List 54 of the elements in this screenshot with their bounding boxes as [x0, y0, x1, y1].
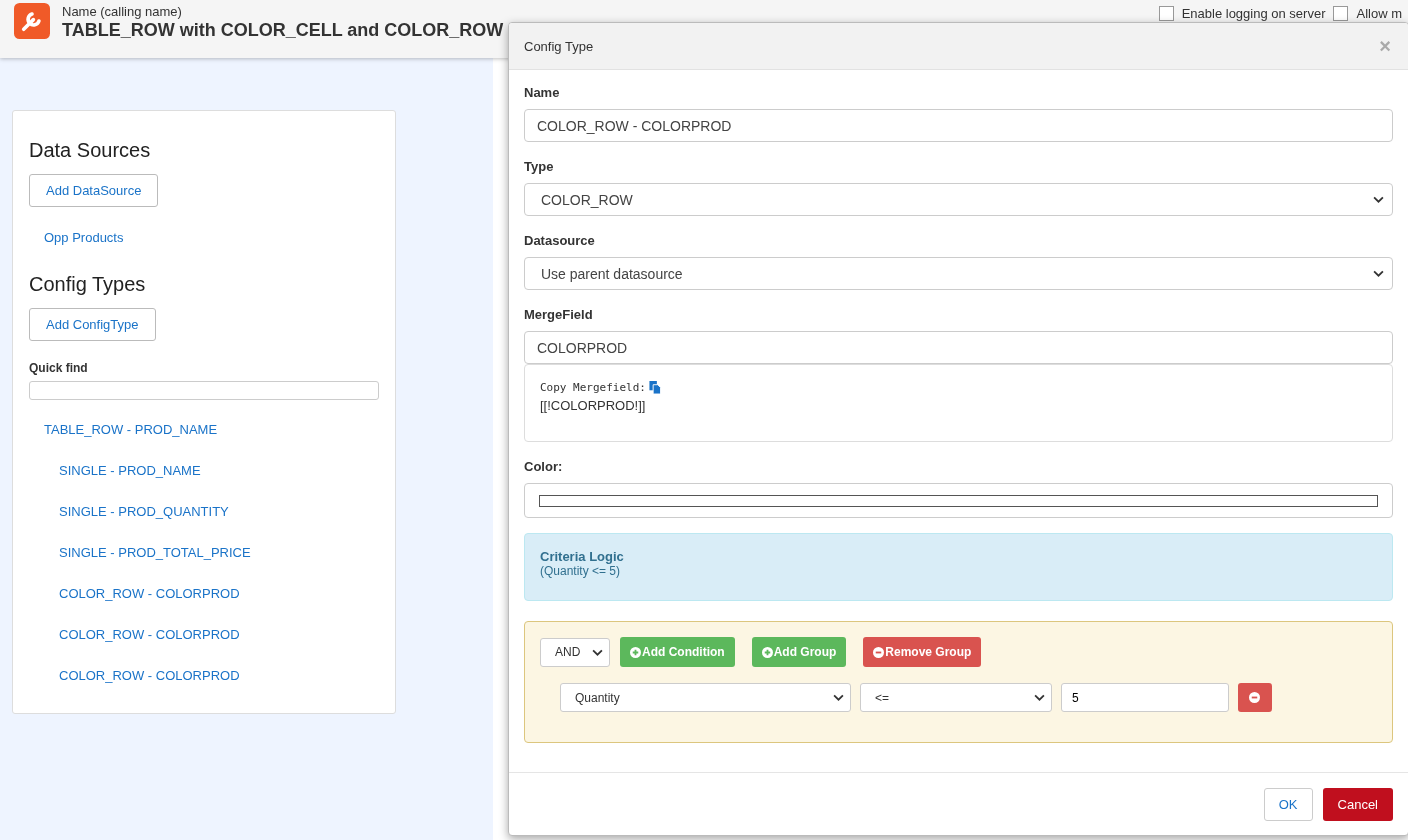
field-label: Name	[524, 85, 561, 100]
ok-button[interactable]: OK	[1263, 787, 1313, 821]
chevron-down-icon	[1373, 196, 1384, 203]
tree-item[interactable]: SINGLE - PROD_QUANTITY	[59, 504, 251, 545]
type-dropdown[interactable]: COLOR_ROW	[524, 183, 1393, 216]
chevron-down-icon	[833, 694, 844, 701]
tree-item[interactable]: COLOR_ROW - COLORPROD	[59, 668, 251, 709]
mergefield-token: [[!COLORPROD!]]	[540, 398, 647, 413]
tree-item[interactable]: TABLE_ROW - PROD_NAME	[44, 422, 251, 463]
checkbox[interactable]	[1333, 6, 1349, 21]
section-heading: Config Types	[29, 273, 146, 296]
datasource-dropdown[interactable]: Use parent datasource	[524, 257, 1393, 290]
quick-find-field[interactable]	[29, 381, 379, 400]
operator-dropdown[interactable]: <=	[860, 683, 1052, 712]
tree-item[interactable]: COLOR_ROW - COLORPROD	[59, 586, 251, 627]
dialog-title: Config Type	[524, 38, 594, 54]
page-title: TABLE_ROW with COLOR_CELL and COLOR_ROW	[62, 20, 504, 41]
field-label: Type	[524, 159, 555, 174]
checkbox[interactable]	[1158, 6, 1174, 21]
mergefield-field[interactable]: COLORPROD	[524, 331, 1393, 364]
field-dropdown[interactable]: Quantity	[560, 683, 851, 712]
tree-item[interactable]: SINGLE - PROD_TOTAL_PRICE	[59, 545, 251, 586]
minus-circle-icon	[1249, 692, 1260, 703]
chevron-down-icon	[1034, 694, 1045, 701]
field-label: Quick find	[29, 361, 88, 375]
value-field[interactable]: 5	[1061, 683, 1229, 712]
cancel-button[interactable]: Cancel	[1322, 787, 1393, 821]
add-configtype-button[interactable]: Add ConfigType	[29, 308, 156, 341]
remove-rule-button[interactable]	[1238, 683, 1272, 712]
checkbox-label: Allow m	[1356, 6, 1402, 21]
checkbox-label: Enable logging on server	[1181, 6, 1326, 21]
color-picker[interactable]	[524, 483, 1393, 518]
copy-icon[interactable]	[648, 381, 661, 394]
wrench-icon	[14, 3, 50, 39]
tree-item[interactable]: COLOR_ROW - COLORPROD	[59, 627, 251, 668]
conjunction-dropdown[interactable]: AND	[540, 637, 610, 667]
chevron-down-icon	[1373, 270, 1384, 277]
section-heading: Data Sources	[29, 139, 151, 162]
field-label: Datasource	[524, 233, 596, 248]
datasource-link[interactable]: Opp Products	[44, 230, 124, 245]
criteria-title: Criteria Logic	[540, 549, 625, 564]
copy-label: Copy Mergefield:	[540, 381, 646, 394]
tree-item[interactable]: SINGLE - PROD_NAME	[59, 463, 251, 504]
plus-circle-icon	[761, 646, 773, 658]
plus-circle-icon	[630, 646, 641, 658]
remove-group-button[interactable]: Remove Group	[863, 637, 982, 667]
criteria-expression: (Quantity <= 5)	[540, 564, 622, 578]
name-field[interactable]: COLOR_ROW - COLORPROD	[524, 109, 1393, 142]
minus-circle-icon	[873, 646, 885, 658]
chevron-down-icon	[592, 648, 603, 656]
add-datasource-button[interactable]: Add DataSource	[29, 174, 159, 207]
calling-name-label: Name (calling name)	[62, 4, 183, 19]
field-label: MergeField	[524, 307, 594, 322]
field-label: Color:	[524, 459, 564, 474]
